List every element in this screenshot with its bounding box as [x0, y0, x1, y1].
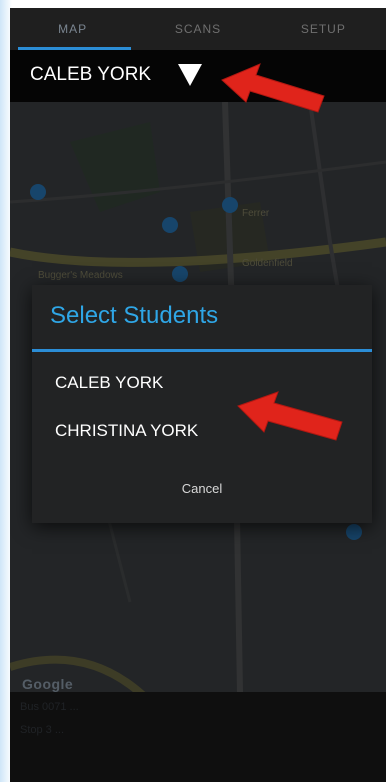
student-option-caleb[interactable]: CALEB YORK [55, 373, 163, 393]
annotation-arrow-icon [221, 63, 325, 113]
triangle-down-icon[interactable] [178, 64, 202, 86]
annotation-arrow-icon [237, 391, 343, 441]
selected-student-name: CALEB YORK [30, 64, 152, 85]
tab-setup[interactable]: SETUP [261, 8, 386, 50]
tab-bar: MAP SCANS SETUP [10, 8, 386, 50]
dialog-divider [32, 349, 372, 352]
dialog-title: Select Students [50, 302, 219, 329]
student-option-christina[interactable]: CHRISTINA YORK [55, 421, 198, 441]
tab-map[interactable]: MAP [10, 8, 135, 50]
tab-scans[interactable]: SCANS [135, 8, 260, 50]
cancel-button[interactable]: Cancel [32, 481, 372, 496]
